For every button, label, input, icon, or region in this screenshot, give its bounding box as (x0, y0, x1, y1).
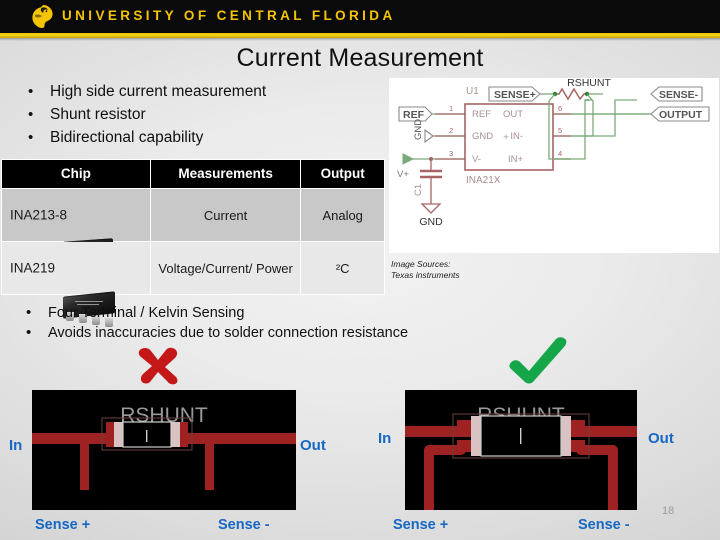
ina21x-current-sense-schematic: 1 2 3 6 5 4 REF GND V- OUT IN- IN+ + U1 INA21X… (389, 78, 719, 253)
cell-output: ²C (301, 242, 384, 294)
svg-text:OUT: OUT (503, 109, 523, 120)
bullet-dot-icon: • (28, 83, 34, 100)
table-row: INA213-8 Current Analog (2, 189, 384, 267)
pcb-pad-left-a (114, 422, 123, 447)
image-source-credit: Image Sources: Texas instruments (391, 259, 460, 281)
bullet-dot-icon: • (28, 129, 34, 146)
svg-text:C1: C1 (413, 184, 424, 196)
pcb-right-sense-plus-label: Sense + (393, 517, 449, 533)
net-flag-sense-plus: SENSE+ (488, 86, 541, 102)
svg-text:IN+: IN+ (508, 154, 524, 165)
cell-output: Analog (301, 189, 384, 241)
svg-text:5: 5 (558, 126, 562, 135)
table-header-row: Chip Measurements Output (2, 160, 384, 188)
svg-text:SENSE-: SENSE- (659, 89, 699, 101)
svg-text:2: 2 (449, 126, 453, 135)
bottom-bullet-list: • Four Terminal / Kelvin Sensing • Avoid… (26, 303, 586, 343)
svg-text:V+: V+ (397, 169, 409, 180)
svg-text:6: 6 (558, 104, 562, 113)
u1-pin-names: REF GND V- OUT IN- IN+ + (472, 109, 523, 165)
slide-canvas: UNIVERSITY OF CENTRAL FLORIDA Current Me… (0, 0, 720, 540)
red-x-mark-icon (138, 347, 178, 385)
bullet-text: Bidirectional capability (50, 129, 204, 146)
column-header-output: Output (301, 160, 384, 188)
svg-text:4: 4 (558, 149, 562, 158)
chip-part-number: INA213-8 (10, 207, 68, 223)
bullet-text: High side current measurement (50, 83, 267, 100)
chip-comparison-table: Chip Measurements Output INA213-8 Curren… (1, 159, 385, 327)
u1-part-number: INA21X (466, 175, 501, 186)
svg-text:GND: GND (472, 131, 493, 142)
bullet-dot-icon: • (26, 324, 32, 341)
svg-text:V-: V- (472, 154, 481, 165)
svg-text:3: 3 (449, 149, 453, 158)
bullet-text: Four Terminal / Kelvin Sensing (48, 305, 245, 321)
pcb-sense-minus-trace-left (205, 438, 214, 490)
two-terminal-shunt-layout: RSHUNT (32, 390, 296, 510)
net-flag-sense-minus: SENSE- (650, 86, 703, 102)
bullet-dot-icon: • (28, 106, 34, 123)
ucf-wordmark: UNIVERSITY OF CENTRAL FLORIDA (62, 8, 396, 23)
schematic-wires (411, 99, 651, 160)
bullet-text: Avoids inaccuracies due to solder connec… (48, 325, 409, 341)
gnd-symbol-bottom: GND (419, 203, 443, 228)
slide-header-bar: UNIVERSITY OF CENTRAL FLORIDA (0, 0, 720, 33)
pcb-pad-right-b (561, 416, 571, 456)
bullet-item: • Avoids inaccuracies due to solder conn… (26, 323, 586, 343)
svg-text:GND: GND (419, 216, 443, 228)
svg-text:OUTPUT: OUTPUT (659, 109, 703, 121)
rshunt-resistor: RSHUNT (552, 78, 611, 101)
cell-chip: INA219 (2, 242, 150, 327)
page-number: 18 (662, 505, 675, 517)
bullet-item: • Four Terminal / Kelvin Sensing (26, 303, 586, 323)
pcb-left-in-label: In (9, 437, 23, 454)
ucf-pegasus-logo (32, 5, 53, 28)
cell-measurements: Current (150, 189, 301, 241)
column-header-measurements: Measurements (150, 160, 301, 188)
header-drop-shadow (0, 38, 720, 41)
svg-text:SENSE+: SENSE+ (494, 89, 536, 101)
image-source-line1: Image Sources: (391, 259, 451, 269)
bullet-item: • Bidirectional capability (28, 127, 388, 149)
svg-text:IN-: IN- (510, 131, 523, 142)
pcb-pad-right-a (471, 416, 481, 456)
chip-part-number: INA219 (10, 260, 56, 276)
svg-text:GND: GND (413, 119, 424, 140)
pcb-left-out-label: Out (300, 437, 326, 454)
page-title: Current Measurement (236, 44, 484, 72)
bullet-text: Shunt resistor (50, 106, 146, 123)
svg-text:RSHUNT: RSHUNT (567, 78, 611, 89)
svg-text:REF: REF (472, 109, 491, 120)
pcb-right-in-label: In (378, 430, 392, 447)
net-flag-vplus: V+ (397, 153, 415, 180)
pcb-right-out-label: Out (648, 430, 674, 447)
pcb-sense-plus-trace-left (80, 438, 89, 490)
pcb-right-sense-minus-label: Sense - (578, 517, 630, 533)
sense-tap-wires (548, 93, 594, 160)
table-row: INA219 Voltage/Current/ Power ²C (2, 242, 384, 327)
net-flag-output: OUTPUT (650, 106, 710, 122)
svg-text:+: + (503, 132, 509, 143)
top-bullet-list: • High side current measurement • Shunt … (28, 81, 388, 150)
svg-text:1: 1 (449, 104, 453, 113)
cell-measurements: Voltage/Current/ Power (150, 242, 301, 294)
bullet-item: • Shunt resistor (28, 104, 388, 126)
four-terminal-kelvin-shunt-layout: RSHUNT (405, 390, 637, 510)
capacitor-c1: C1 (413, 157, 442, 204)
net-flag-gnd-left: GND (413, 119, 434, 144)
image-source-line2: Texas instruments (391, 270, 460, 280)
green-check-mark-icon (509, 337, 567, 384)
pcb-left-sense-minus-label: Sense - (218, 517, 270, 533)
bullet-item: • High side current measurement (28, 81, 388, 103)
pcb-left-sense-plus-label: Sense + (35, 517, 91, 533)
bullet-dot-icon: • (26, 304, 32, 321)
column-header-chip: Chip (2, 160, 150, 188)
u1-reference-designator: U1 (466, 86, 479, 97)
cell-chip: INA213-8 (2, 189, 150, 267)
pcb-pad-left-b (171, 422, 180, 447)
